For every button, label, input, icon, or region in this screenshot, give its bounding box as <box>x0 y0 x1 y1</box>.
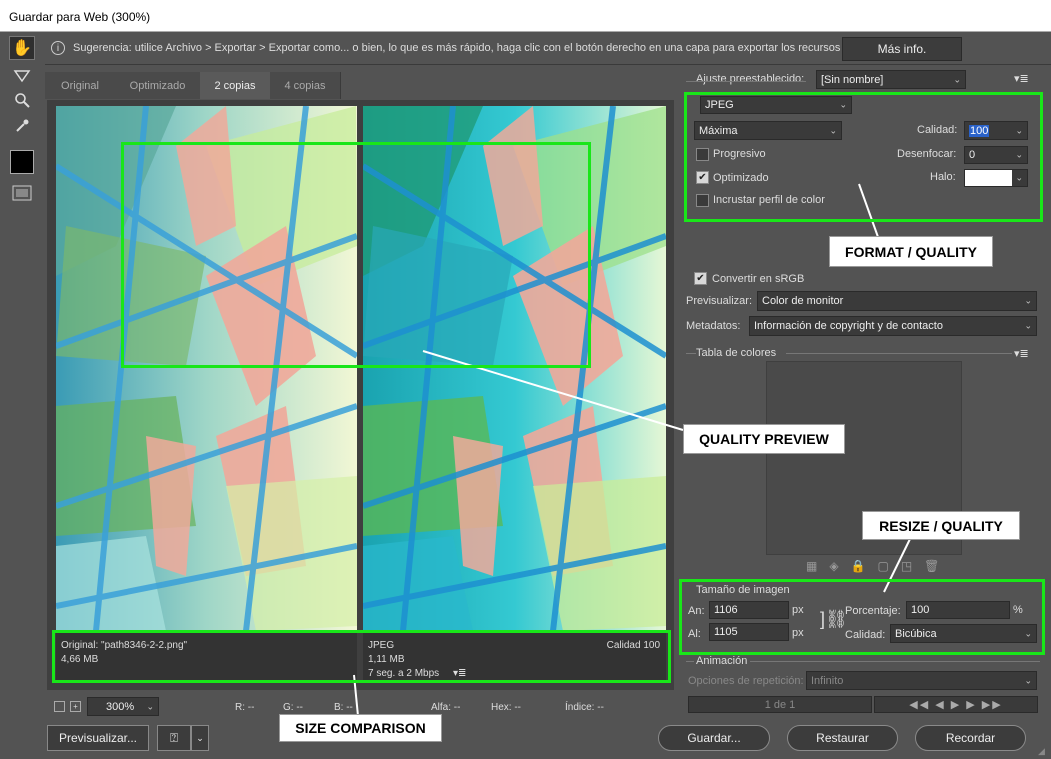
format-quality-callout: FORMAT / QUALITY <box>829 236 993 267</box>
resize-quality-callout: RESIZE / QUALITY <box>862 511 1020 540</box>
annotation-lines <box>353 183 911 717</box>
quality-preview-callout: QUALITY PREVIEW <box>683 424 845 454</box>
size-comparison-callout: SIZE COMPARISON <box>279 714 442 742</box>
